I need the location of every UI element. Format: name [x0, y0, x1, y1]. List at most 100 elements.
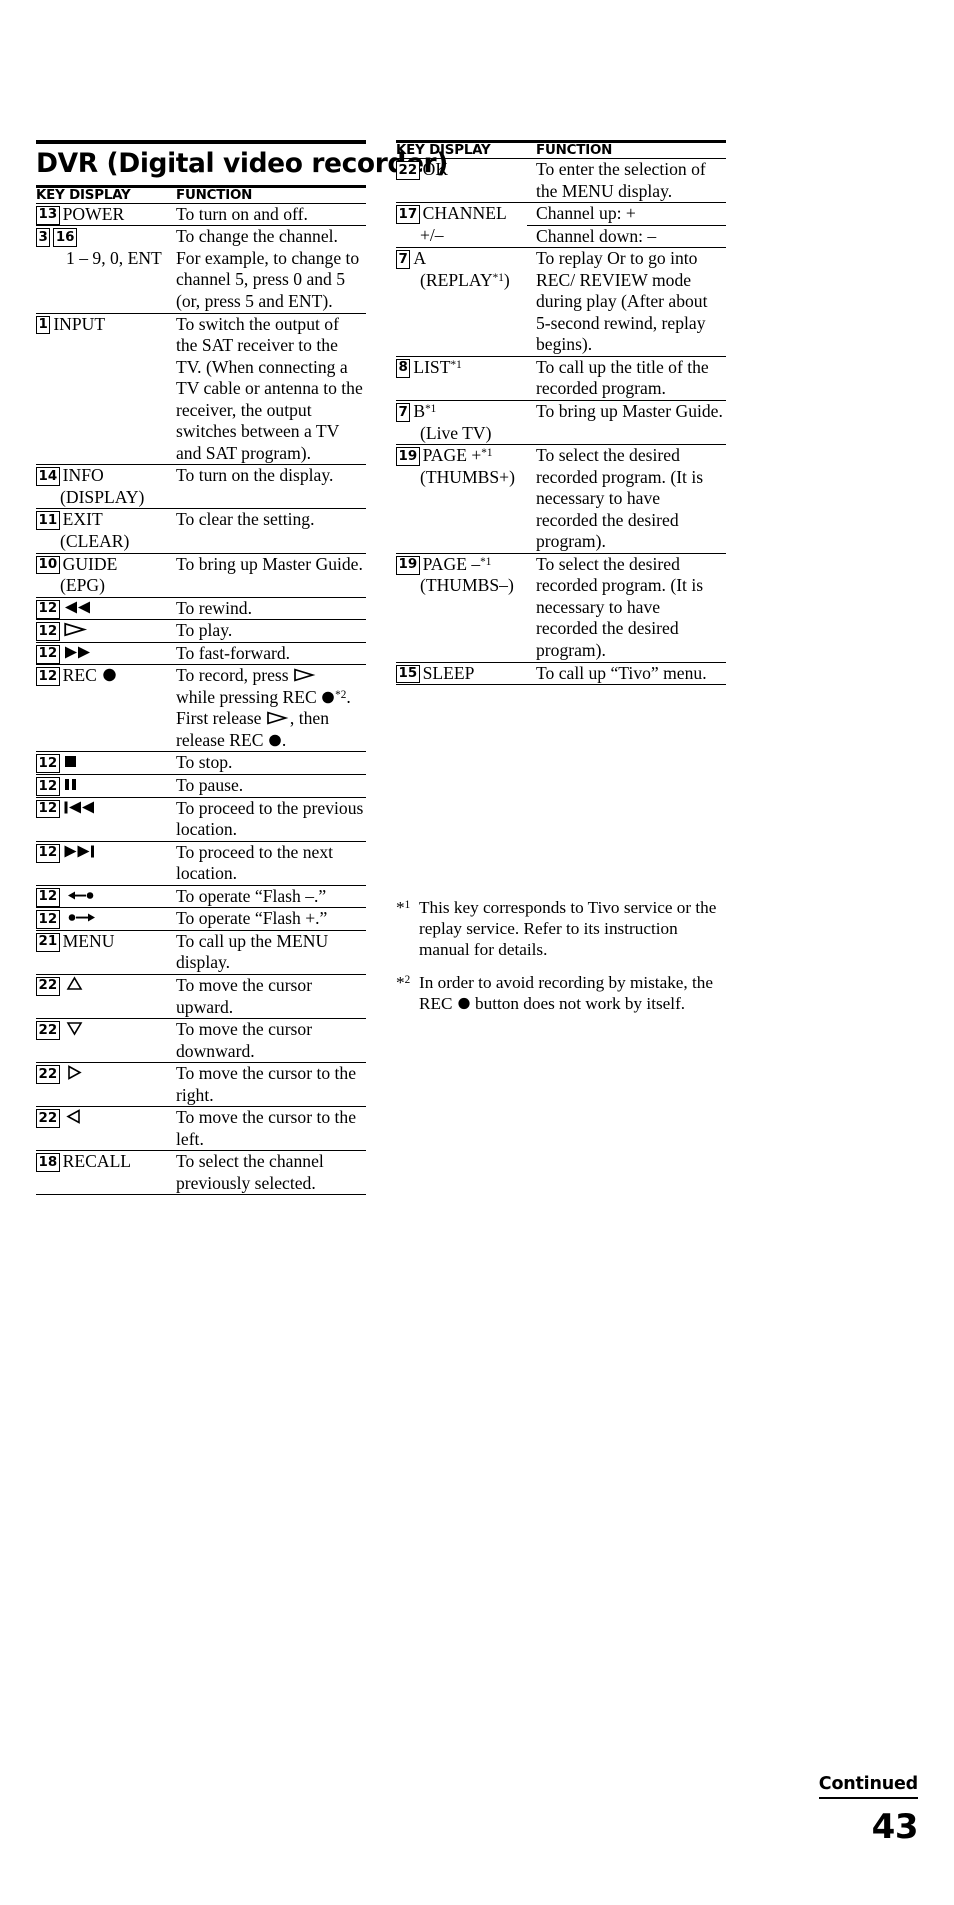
function-cell: To rewind.: [167, 597, 366, 621]
keybox: 15: [396, 664, 420, 684]
footnote-text: In order to avoid recording by mistake, …: [419, 972, 730, 1014]
key-label: B: [413, 401, 426, 422]
flash-forward-icon: [67, 910, 97, 925]
table-row: 12 To rewind.: [36, 597, 366, 621]
pause-icon: [63, 777, 79, 792]
key-label: SLEEP: [422, 662, 475, 683]
key-label: PAGE +: [422, 445, 482, 466]
function-cell: To bring up Master Guide.: [527, 400, 726, 446]
key-cell: 11 EXIT (CLEAR): [36, 508, 167, 554]
key-cell: 15 SLEEP: [396, 662, 527, 686]
function-cell: To proceed to the next location.: [167, 841, 366, 886]
table-row: 12 REC To record, press while pressing RE…: [36, 664, 366, 753]
key-label: A: [413, 248, 427, 269]
keybox: 22: [36, 1021, 60, 1040]
keybox: 12: [36, 644, 60, 664]
footnote-ref: *1: [481, 447, 493, 460]
key-sublabel: (EPG): [60, 575, 105, 596]
flash-back-icon: [67, 888, 97, 903]
next-icon: [63, 844, 97, 859]
keybox: 10: [36, 555, 60, 575]
play-icon: [266, 711, 290, 725]
key-cell: 19 PAGE +*1 (THUMBS+): [396, 444, 527, 554]
table-row: 7A (REPLAY*1) To replay Or to go into RE…: [396, 247, 726, 357]
function-cell: To turn on and off.: [167, 203, 366, 227]
keybox: 12: [36, 777, 60, 796]
key-cell: 8 LIST*1: [396, 356, 527, 402]
function-cell: To change the channel. For example, to c…: [167, 225, 366, 314]
keybox: 21: [36, 932, 60, 952]
table-row: 12 To play.: [36, 619, 366, 643]
key-cell: 1 INPUT: [36, 313, 167, 466]
page-number: 43: [871, 1807, 919, 1847]
table-row: 18 RECALL To select the channel previousl…: [36, 1150, 366, 1196]
cursor-left-icon: [65, 1108, 82, 1125]
keybox: 3: [36, 228, 51, 248]
function-cell-rec: To record, press while pressing REC *2. …: [167, 664, 366, 753]
footnote-marker: *2: [396, 972, 411, 992]
table-header-row: KEY DISPLAY FUNCTION: [36, 184, 366, 204]
function-cell: To select the channel previously selecte…: [167, 1150, 366, 1196]
table-row: 14 INFO (DISPLAY) To turn on the display.: [36, 464, 366, 510]
key-label: GUIDE: [62, 553, 118, 574]
key-label: CHANNEL: [422, 203, 507, 224]
table-row: 13 POWER To turn on and off.: [36, 203, 366, 227]
cursor-up-icon: [66, 976, 83, 992]
table-row: 7 B*1 (Live TV) To bring up Master Guide.: [396, 400, 726, 446]
key-cell: 7A (REPLAY*1): [396, 247, 527, 357]
key-cell: 12 REC: [36, 664, 167, 753]
key-cell: 13 POWER: [36, 203, 167, 227]
footnote-ref: *2: [335, 688, 347, 701]
table-row: 8 LIST*1 To call up the title of the reco…: [396, 356, 726, 402]
rec-line-2b: .: [346, 686, 351, 707]
keybox: 12: [36, 599, 60, 619]
function-cell: Channel up: +: [527, 202, 726, 226]
key-cell: 7 B*1 (Live TV): [396, 400, 527, 446]
function-cell: To fast-forward.: [167, 642, 366, 666]
keybox: 17: [396, 205, 420, 224]
table-row: 19 PAGE +*1 (THUMBS+) To select the desir…: [396, 444, 726, 554]
footnote-ref: *1: [425, 403, 437, 416]
key-label: POWER: [62, 203, 125, 224]
rewind-icon: [63, 600, 93, 615]
record-icon: [268, 733, 282, 747]
key-cell: 3 16 1 – 9, 0, ENT: [36, 225, 167, 314]
keybox: 22: [396, 161, 420, 180]
function-cell: To move the cursor to the left.: [167, 1106, 366, 1152]
key-cell: 17 CHANNEL: [396, 203, 527, 226]
right-column: KEY DISPLAY FUNCTION 22 OK To enter the s…: [396, 140, 726, 686]
function-cell: To select the desired recorded program. …: [527, 444, 726, 554]
key-cell: 22: [36, 1062, 167, 1108]
rec-line-4b: .: [281, 729, 287, 750]
left-column: DVR (Digital video recorder) KEY DISPLAY…: [36, 140, 448, 1196]
rec-line-2a: while pressing REC: [176, 686, 322, 707]
table-row: 12 To operate “Flash –.”: [36, 885, 366, 909]
keybox: 19: [396, 555, 420, 575]
rec-line-1a: To record, press: [176, 665, 293, 686]
key-cell: 10 GUIDE (EPG): [36, 553, 167, 598]
keybox: 14: [36, 467, 60, 487]
key-cell: 22 OK: [396, 158, 527, 204]
function-cell: To move the cursor upward.: [167, 974, 366, 1020]
key-cell: 12: [36, 774, 167, 798]
key-label: PAGE –: [422, 553, 481, 574]
keybox: 7: [396, 250, 411, 270]
footnote-marker: *1: [396, 898, 411, 917]
keybox: 11: [36, 511, 60, 531]
function-cell: To move the cursor downward.: [167, 1018, 366, 1064]
key-label: LIST: [413, 356, 451, 377]
key-label: RECALL: [62, 1151, 132, 1172]
function-cell: To bring up Master Guide.: [167, 553, 366, 598]
key-sublabel: 1 – 9, 0, ENT: [66, 247, 162, 268]
footnote-2: *2 In order to avoid recording by mistak…: [396, 972, 730, 1014]
function-cell: To call up the title of the recorded pro…: [527, 356, 726, 402]
table-row: 12 To proceed to the previous location.: [36, 797, 366, 842]
table-row: 22 To move the cursor upward.: [36, 974, 366, 1020]
keybox: 12: [36, 799, 60, 819]
table-row: 12 To operate “Flash +.”: [36, 907, 366, 931]
manual-page: DVR (Digital video recorder) KEY DISPLAY…: [0, 0, 954, 1905]
play-icon: [293, 668, 317, 682]
keybox: 1: [36, 315, 51, 335]
function-cell: To pause.: [167, 774, 366, 798]
key-cell: 12: [36, 797, 167, 842]
